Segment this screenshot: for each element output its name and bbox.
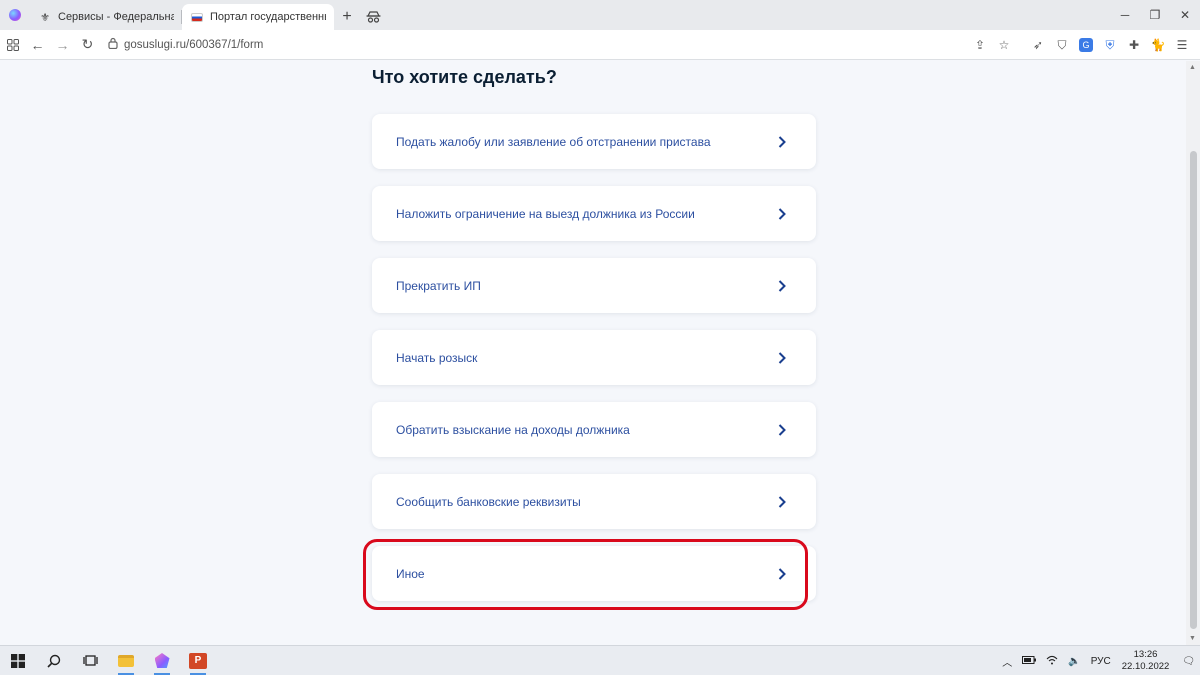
page-scrollbar[interactable]: ▲ ▼ — [1186, 61, 1200, 645]
page-content: Что хотите сделать? Подать жалобу или за… — [0, 61, 1186, 645]
scrollbar-thumb[interactable] — [1190, 151, 1197, 629]
task-view-icon[interactable] — [72, 646, 108, 675]
toolbar-actions: ⇪ ☆ ➶ ⛉ G ⛨ ✚ 🐈 ☰ — [968, 30, 1194, 60]
vpn-shield-icon[interactable]: ⛨ — [1098, 30, 1122, 60]
option-travel-restriction[interactable]: Наложить ограничение на выезд должника и… — [372, 186, 816, 241]
option-label: Начать розыск — [396, 350, 478, 365]
emblem-icon: ⚜ — [40, 11, 50, 24]
lock-icon — [108, 37, 118, 52]
chevron-right-icon — [778, 279, 786, 292]
back-arrow-icon[interactable]: ← — [25, 30, 50, 60]
new-tab-button[interactable]: + — [334, 4, 360, 30]
browser-app-icon[interactable] — [144, 646, 180, 675]
powerpoint-icon[interactable]: P — [180, 646, 216, 675]
option-label: Наложить ограничение на выезд должника и… — [396, 206, 695, 221]
extensions-puzzle-icon[interactable]: ✚ — [1122, 30, 1146, 60]
tab-title: Портал государственных усл — [210, 11, 326, 23]
option-label: Сообщить банковские реквизиты — [396, 494, 581, 509]
clock-date: 22.10.2022 — [1121, 661, 1170, 672]
search-icon[interactable] — [36, 646, 72, 675]
browser-logo-icon[interactable] — [0, 0, 30, 30]
scroll-down-icon[interactable]: ▼ — [1189, 635, 1196, 642]
option-bank-details[interactable]: Сообщить банковские реквизиты — [372, 474, 816, 529]
tab-title: Сервисы - Федеральная служ — [58, 11, 174, 23]
tab-strip: ⚜ Сервисы - Федеральная служ Портал госу… — [0, 0, 1200, 30]
windows-start-icon[interactable] — [0, 646, 36, 675]
option-terminate-ip[interactable]: Прекратить ИП — [372, 258, 816, 313]
share-icon[interactable]: ⇪ — [968, 30, 992, 60]
menu-icon[interactable]: ☰ — [1170, 30, 1194, 60]
address-bar[interactable]: gosuslugi.ru/600367/1/form — [108, 37, 263, 52]
scroll-up-icon[interactable]: ▲ — [1189, 64, 1196, 71]
chevron-right-icon — [778, 135, 786, 148]
option-label: Прекратить ИП — [396, 278, 481, 293]
option-start-search[interactable]: Начать розыск — [372, 330, 816, 385]
tab-fssp[interactable]: ⚜ Сервисы - Федеральная служ — [30, 4, 182, 30]
apps-grid-icon[interactable] — [0, 30, 25, 60]
page-title: Что хотите сделать? — [372, 67, 557, 87]
chevron-right-icon — [778, 351, 786, 364]
notifications-icon[interactable]: 🗨 — [1177, 656, 1200, 667]
chevron-right-icon — [778, 207, 786, 220]
clock[interactable]: 13:26 22.10.2022 — [1116, 649, 1178, 673]
highlight-annotation — [363, 539, 808, 610]
window-controls: ─ ❐ ✕ — [1110, 0, 1200, 30]
chevron-right-icon — [778, 423, 786, 436]
reload-icon[interactable]: ↻ — [75, 30, 100, 60]
wifi-icon[interactable] — [1041, 655, 1063, 668]
option-label: Обратить взыскание на доходы должника — [396, 422, 630, 437]
option-label: Подать жалобу или заявление об отстранен… — [396, 134, 711, 149]
taskbar: P ︿ 🔈 РУС 13:26 22.10.2022 🗨 — [0, 645, 1200, 675]
minimize-icon[interactable]: ─ — [1110, 0, 1140, 30]
incognito-icon[interactable] — [360, 4, 386, 30]
file-explorer-icon[interactable] — [108, 646, 144, 675]
language-indicator[interactable]: РУС — [1086, 656, 1116, 667]
translate-icon[interactable]: G — [1074, 30, 1098, 60]
browser-toolbar: ← → ↻ gosuslugi.ru/600367/1/form ⇪ ☆ ➶ ⛉… — [0, 30, 1200, 60]
option-complaint[interactable]: Подать жалобу или заявление об отстранен… — [372, 114, 816, 169]
tab-gosuslugi[interactable]: Портал государственных усл — [182, 4, 334, 30]
rocket-icon[interactable]: ➶ — [1026, 30, 1050, 60]
battery-icon[interactable] — [1017, 655, 1041, 667]
chevron-right-icon — [778, 495, 786, 508]
russia-flag-icon — [190, 10, 204, 24]
close-icon[interactable]: ✕ — [1170, 0, 1200, 30]
forward-arrow-icon[interactable]: → — [50, 30, 75, 60]
shield-icon[interactable]: ⛉ — [1050, 30, 1074, 60]
volume-icon[interactable]: 🔈 — [1063, 656, 1085, 667]
chevron-up-icon[interactable]: ︿ — [997, 654, 1017, 669]
clock-time: 13:26 — [1133, 649, 1158, 660]
system-tray: ︿ 🔈 РУС 13:26 22.10.2022 🗨 — [997, 646, 1200, 675]
option-income-recovery[interactable]: Обратить взыскание на доходы должника — [372, 402, 816, 457]
bookmark-star-icon[interactable]: ☆ — [992, 30, 1016, 60]
url-text: gosuslugi.ru/600367/1/form — [124, 38, 264, 51]
cat-extension-icon[interactable]: 🐈 — [1146, 30, 1170, 60]
restore-icon[interactable]: ❐ — [1140, 0, 1170, 30]
